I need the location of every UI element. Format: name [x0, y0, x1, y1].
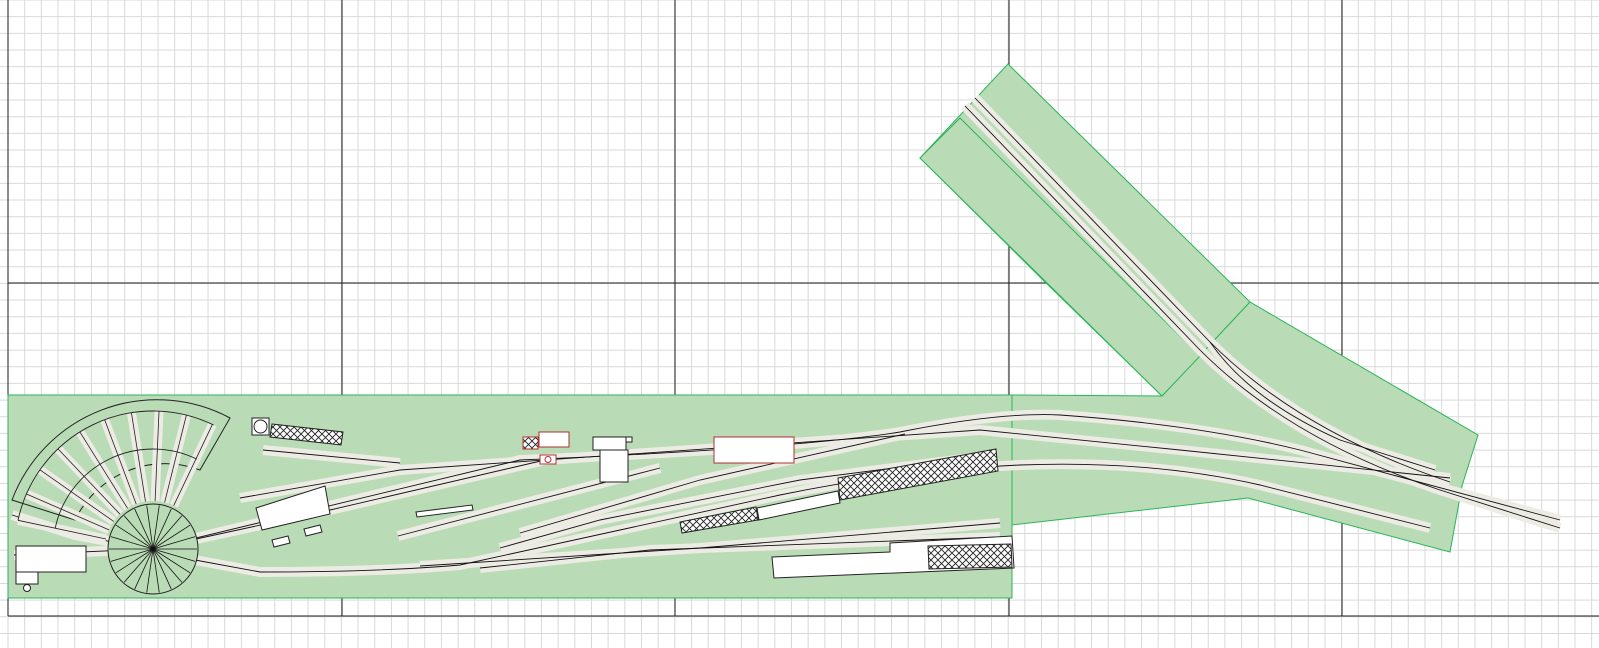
- red-outline-goods-shed[interactable]: [713, 436, 795, 464]
- red-small-circle: [544, 456, 552, 463]
- layout-canvas[interactable]: [0, 0, 1599, 648]
- loading-dock[interactable]: [927, 543, 1013, 570]
- signal-box-base: [599, 449, 629, 483]
- track-plan-drawing[interactable]: [0, 0, 1599, 648]
- water-tank: [253, 419, 268, 434]
- engine-house-annex: [15, 571, 39, 585]
- red-outline-building[interactable]: [538, 431, 570, 448]
- signal-box-icon[interactable]: [592, 436, 627, 451]
- engine-house[interactable]: [15, 545, 87, 573]
- platform-hatched-left[interactable]: [522, 436, 539, 450]
- engine-house-wheel: [23, 584, 31, 592]
- signal-box-lamp: [625, 436, 633, 443]
